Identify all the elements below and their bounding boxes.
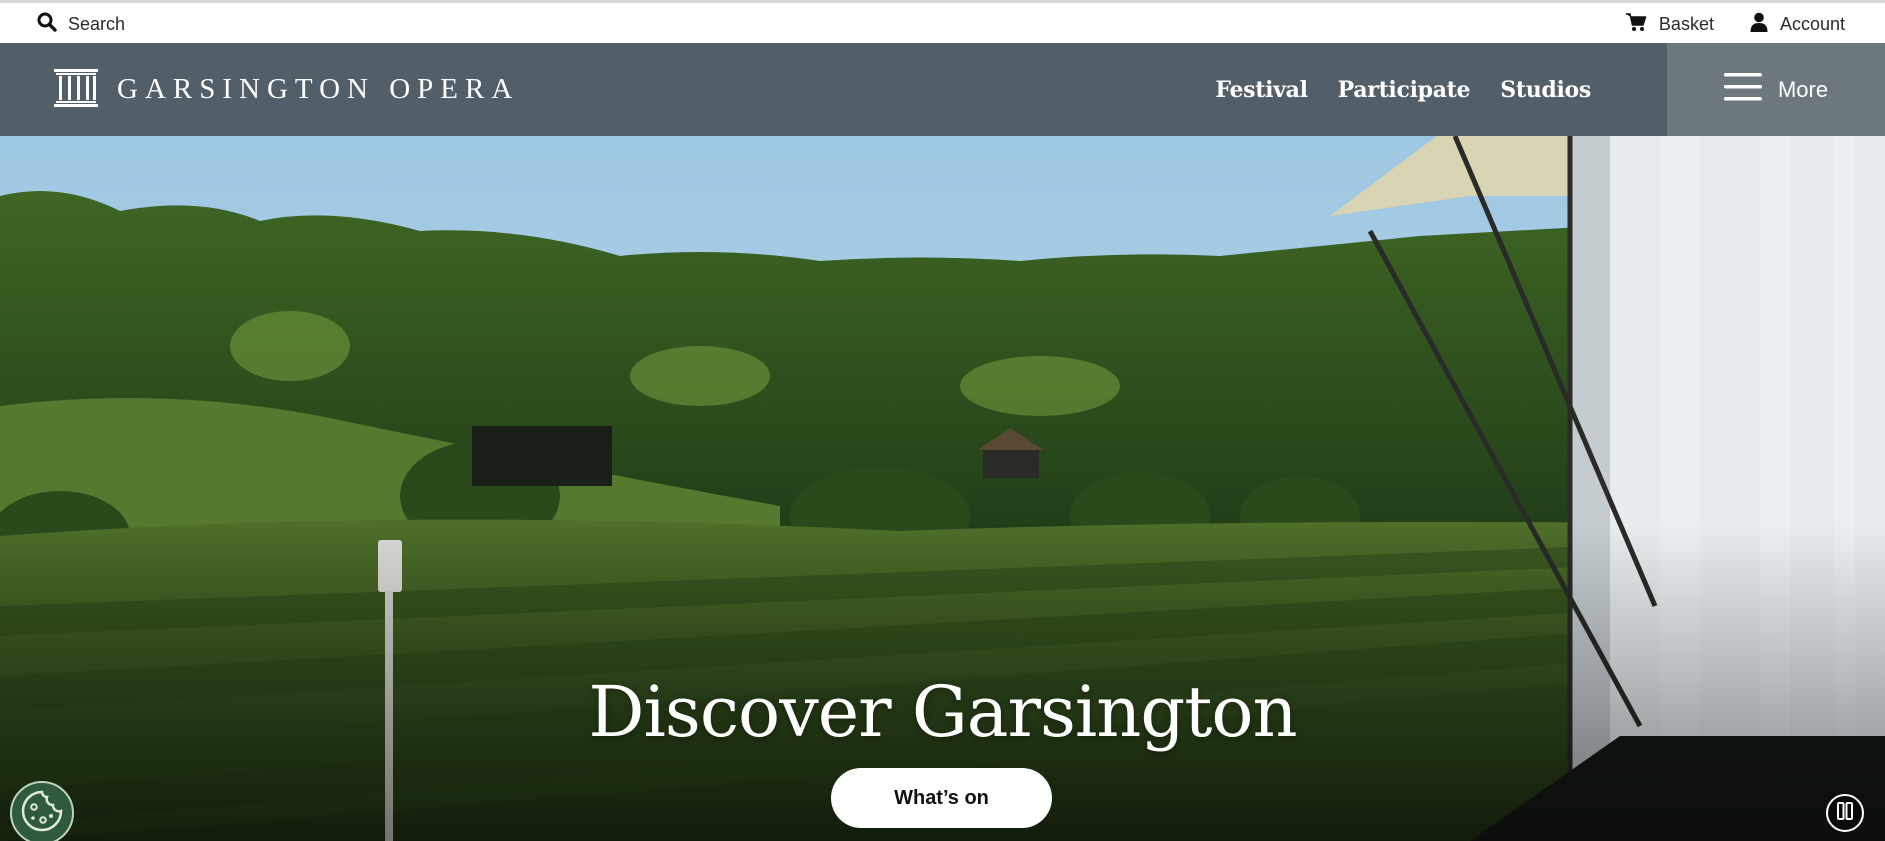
brand-name: GARSINGTON OPERA xyxy=(117,72,520,105)
user-icon xyxy=(1750,12,1768,37)
nav-link-festival[interactable]: Festival xyxy=(1215,77,1308,103)
whats-on-button[interactable]: What’s on xyxy=(831,768,1052,828)
search-button[interactable]: Search xyxy=(37,11,125,37)
more-menu-button[interactable]: More xyxy=(1667,43,1885,136)
pause-video-button[interactable] xyxy=(1826,794,1864,832)
cookie-settings-button[interactable] xyxy=(10,781,74,841)
nav-link-participate[interactable]: Participate xyxy=(1338,77,1471,103)
brand-logo-link[interactable]: GARSINGTON OPERA xyxy=(53,67,519,111)
search-icon xyxy=(37,12,57,37)
hero-banner: Discover Garsington What’s on xyxy=(0,136,1885,841)
utility-bar: Search Basket Account xyxy=(0,0,1885,43)
main-navigation: GARSINGTON OPERA Festival Participate St… xyxy=(0,43,1885,136)
cart-icon xyxy=(1625,12,1647,37)
columns-logo-icon xyxy=(53,67,99,112)
basket-link[interactable]: Basket xyxy=(1625,12,1714,37)
basket-label: Basket xyxy=(1658,13,1714,34)
primary-links: Festival Participate Studios xyxy=(1215,43,1591,136)
search-label: Search xyxy=(68,13,126,34)
hero-title: Discover Garsington xyxy=(588,671,1297,753)
account-label: Account xyxy=(1779,13,1845,34)
nav-link-studios[interactable]: Studios xyxy=(1500,77,1591,103)
more-label: More xyxy=(1777,76,1829,102)
cookie-icon xyxy=(20,789,64,838)
hamburger-icon xyxy=(1723,73,1762,106)
pause-icon xyxy=(1836,801,1854,825)
account-link[interactable]: Account xyxy=(1750,12,1845,37)
